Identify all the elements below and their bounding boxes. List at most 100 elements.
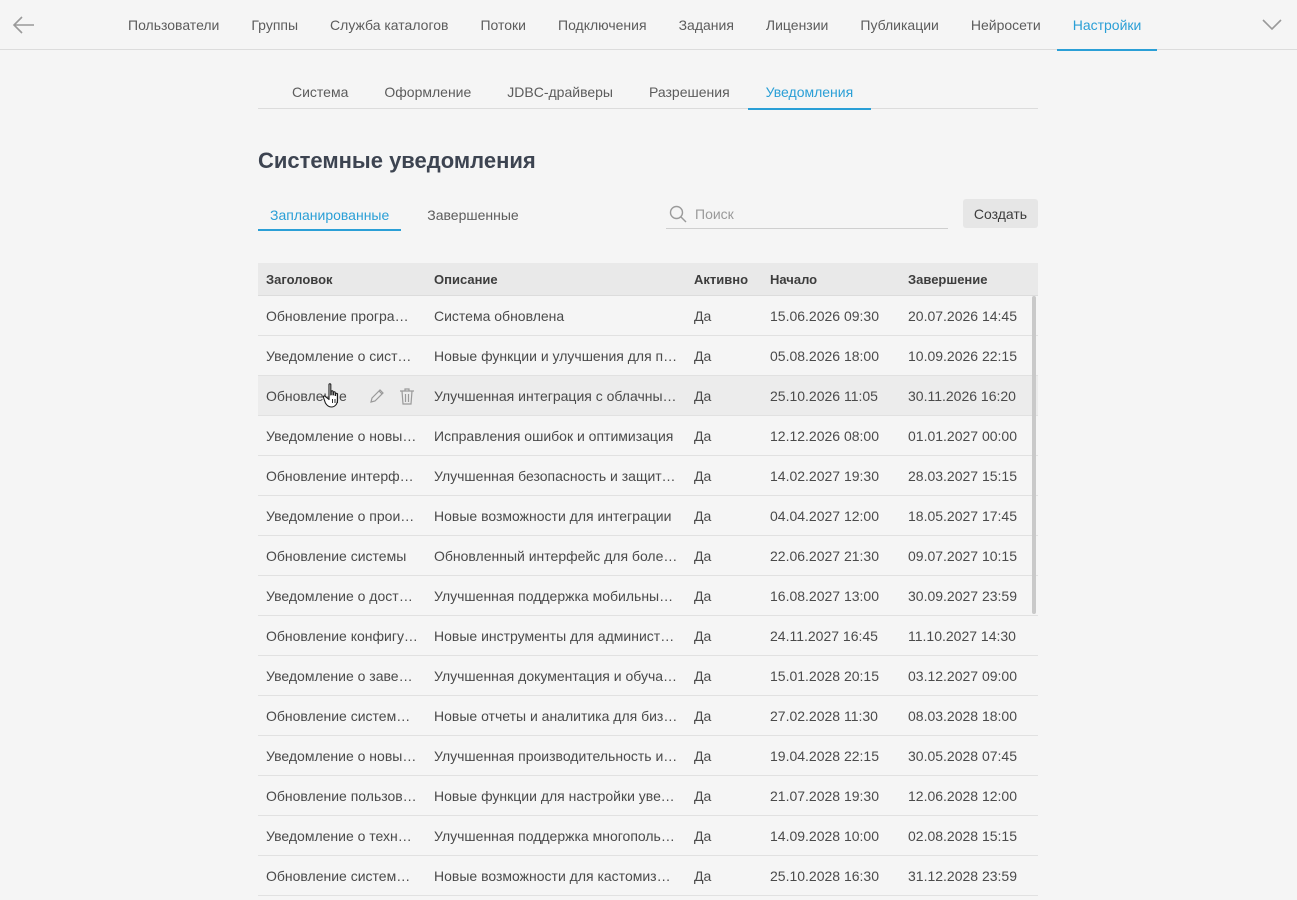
cell-desc: Новые возможности для интеграции (434, 507, 672, 524)
nav-item-2[interactable]: Служба каталогов (314, 0, 464, 50)
cell-title: Уведомление о доступности (266, 587, 426, 604)
search-input[interactable] (695, 205, 935, 222)
column-header: Завершение (908, 271, 988, 287)
search-box (666, 199, 948, 229)
table-row[interactable]: Уведомление о новых возможностях Улучшенн… (258, 736, 1038, 776)
cell-title: Обновление пользовательских настроек (266, 787, 426, 804)
nav-more-button[interactable] (1260, 13, 1284, 37)
cell-title: Уведомление о новых функциях (266, 427, 426, 444)
cell-desc: Улучшенная интеграция с облачными сервис… (434, 387, 686, 404)
table-row[interactable]: Обновление программного обеспечения Систе… (258, 296, 1038, 336)
cell-end: 28.03.2027 15:15 (908, 467, 1017, 484)
arrow-left-icon (12, 16, 34, 34)
cell-end: 09.07.2027 10:15 (908, 547, 1017, 564)
top-navigation: Пользователи Группы Служба каталогов Потоки… (0, 0, 1297, 51)
cell-start: 16.08.2027 13:00 (770, 587, 879, 604)
table-row[interactable]: Уведомление о производительности Новые во… (258, 496, 1038, 536)
table-row[interactable]: Обновление системы безопасности Новые отч… (258, 696, 1038, 736)
cell-desc: Улучшенная безопасность и защита данных (434, 467, 686, 484)
table-row[interactable]: Обновление системы отчетов Новые возможно… (258, 856, 1038, 896)
table-row[interactable]: Обновление конфигурации Новые инструменты… (258, 616, 1038, 656)
cell-title: Обновление системы отчетов (266, 867, 426, 884)
cell-title: Обновление программного обеспечения (266, 307, 426, 324)
cell-desc: Новые функции и улучшения для пользовате… (434, 347, 686, 364)
create-button[interactable]: Создать (963, 199, 1038, 228)
nav-item-9[interactable]: Настройки (1056, 0, 1158, 51)
nav-item-3[interactable]: Потоки (464, 0, 542, 50)
cell-end: 10.09.2026 22:15 (908, 347, 1017, 364)
nav-item-7[interactable]: Публикации (844, 0, 954, 50)
cell-active: Да (694, 667, 712, 684)
cell-title: Обновление системы (266, 547, 407, 564)
cell-end: 01.01.2027 00:00 (908, 427, 1017, 444)
table-row[interactable]: Уведомление о доступности Улучшенная подд… (258, 576, 1038, 616)
table-row[interactable]: Обновление интерфейса Улучшенная безопасн… (258, 456, 1038, 496)
settings-tab-3[interactable]: Разрешения (631, 74, 748, 109)
nav-item-8[interactable]: Нейросети (955, 0, 1057, 50)
nav-item-6[interactable]: Лицензии (750, 0, 844, 50)
cell-end: 30.09.2027 23:59 (908, 587, 1017, 604)
edit-icon[interactable] (368, 386, 386, 406)
cell-desc: Обновленный интерфейс для более удобной … (434, 547, 686, 564)
cell-start: 21.07.2028 19:30 (770, 787, 879, 804)
cell-start: 14.02.2027 19:30 (770, 467, 879, 484)
table-header: Заголовок Описание Активно Начало Завершение (258, 263, 1038, 296)
nav-item-1[interactable]: Группы (235, 0, 314, 50)
cell-active: Да (694, 787, 712, 804)
cell-title: Обновление конфигурации (266, 627, 426, 644)
settings-tab-2[interactable]: JDBC-драйверы (489, 74, 631, 109)
table-row[interactable]: Обновление Улучшенная интеграция с облачн… (258, 376, 1038, 416)
settings-tab-4[interactable]: Уведомления (747, 74, 872, 110)
chevron-down-icon (1262, 19, 1282, 31)
cell-title: Уведомление о техническом обслуживании (266, 827, 426, 844)
filter-tabs: Запланированные Завершенные (258, 198, 545, 231)
table-row[interactable]: Уведомление о системе Новые функции и улу… (258, 336, 1038, 376)
settings-tab-1[interactable]: Оформление (366, 74, 489, 109)
column-header: Заголовок (266, 271, 333, 287)
nav-item-0[interactable]: Пользователи (112, 0, 235, 50)
table-scrollbar[interactable] (1032, 296, 1036, 614)
cell-desc: Исправления ошибок и оптимизация (434, 427, 674, 444)
settings-tab-0[interactable]: Система (274, 74, 366, 109)
cell-end: 18.05.2027 17:45 (908, 507, 1017, 524)
cell-active: Да (694, 427, 712, 444)
table-body: Обновление программного обеспечения Систе… (258, 296, 1038, 896)
nav-item-5[interactable]: Задания (663, 0, 750, 50)
table-row[interactable]: Уведомление о завершении Улучшенная докум… (258, 656, 1038, 696)
table-row[interactable]: Обновление системы Обновленный интерфейс … (258, 536, 1038, 576)
cell-start: 27.02.2028 11:30 (770, 707, 878, 724)
cell-desc: Улучшенная документация и обучающие мате… (434, 667, 686, 684)
cell-title: Уведомление о системе (266, 347, 423, 364)
column-header: Начало (770, 271, 818, 287)
cell-title: Обновление интерфейса (266, 467, 426, 484)
cell-desc: Новые инструменты для администраторов (434, 627, 686, 644)
cell-start: 15.06.2026 09:30 (770, 307, 879, 324)
cell-desc: Улучшенная поддержка многопользовательск… (434, 827, 686, 844)
cell-desc: Система обновлена (434, 307, 565, 324)
cell-active: Да (694, 747, 712, 764)
table-row[interactable]: Уведомление о техническом обслуживании Ул… (258, 816, 1038, 856)
settings-tabs: Система Оформление JDBC-драйверы Разрешения… (258, 74, 1038, 110)
cell-active: Да (694, 387, 712, 404)
row-actions (368, 386, 416, 406)
filter-tab-1[interactable]: Завершенные (415, 198, 530, 231)
cell-start: 19.04.2028 22:15 (770, 747, 879, 764)
filter-tab-0[interactable]: Запланированные (258, 198, 402, 231)
cell-active: Да (694, 867, 712, 884)
cell-active: Да (694, 307, 712, 324)
cell-end: 31.12.2028 23:59 (908, 867, 1017, 884)
nav-item-4[interactable]: Подключения (542, 0, 663, 50)
cell-active: Да (694, 627, 712, 644)
cell-active: Да (694, 827, 712, 844)
table-row[interactable]: Уведомление о новых функциях Исправления … (258, 416, 1038, 456)
cell-desc: Улучшенная производительность и стабильн… (434, 747, 686, 764)
cell-title: Уведомление о завершении (266, 667, 426, 684)
trash-icon[interactable] (398, 386, 416, 406)
cell-title: Обновление (266, 387, 347, 404)
cell-start: 25.10.2028 16:30 (770, 867, 879, 884)
table-row[interactable]: Обновление пользовательских настроек Новы… (258, 776, 1038, 816)
cell-active: Да (694, 707, 712, 724)
back-button[interactable] (10, 12, 38, 38)
cell-start: 05.08.2026 18:00 (770, 347, 879, 364)
cell-active: Да (694, 587, 712, 604)
